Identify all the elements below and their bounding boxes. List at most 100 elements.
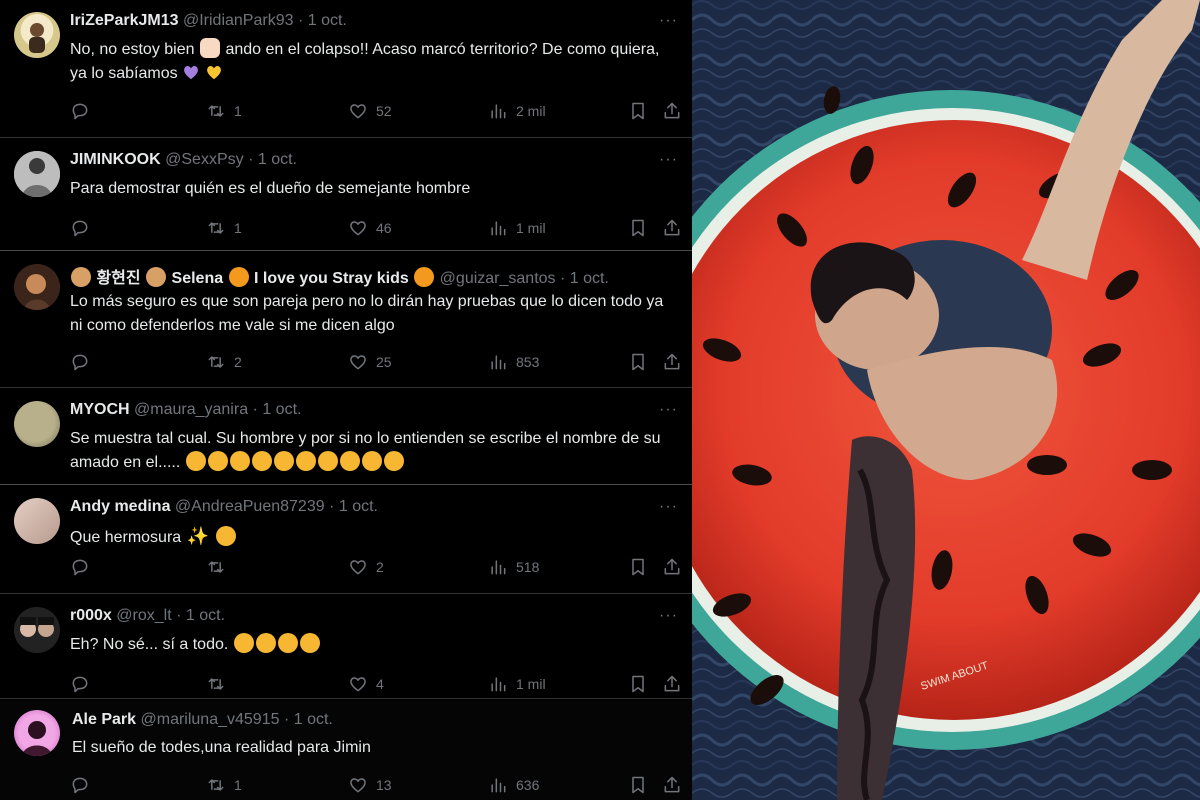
tweet-actions: 4 1 mil xyxy=(70,674,682,696)
display-name[interactable]: IriZeParkJM13 xyxy=(70,12,179,29)
handle[interactable]: @AndreaPuen87239 xyxy=(175,498,325,515)
avatar[interactable] xyxy=(14,12,60,58)
display-name[interactable]: Ale Park xyxy=(72,711,136,728)
views-button[interactable]: 518 xyxy=(488,557,539,577)
bookmark-button[interactable] xyxy=(628,101,648,121)
tweet-feed: IriZeParkJM13 @IridianPark93 · 1 oct. ··… xyxy=(0,0,692,800)
display-name[interactable]: 황현진 xyxy=(96,270,140,287)
tweet[interactable]: JIMINKOOK @SexxPsy · 1 oct. ··· Para dem… xyxy=(0,139,692,251)
timestamp[interactable]: 1 oct. xyxy=(308,12,347,29)
timestamp[interactable]: 1 oct. xyxy=(339,498,378,515)
retweet-button[interactable] xyxy=(206,674,234,694)
share-button[interactable] xyxy=(662,775,682,795)
like-button[interactable]: 2 xyxy=(348,557,384,577)
share-button[interactable] xyxy=(662,101,682,121)
share-button[interactable] xyxy=(662,557,682,577)
retweet-icon xyxy=(208,779,224,791)
handle[interactable]: @rox_lt xyxy=(116,607,171,624)
tweet[interactable]: Andy medina @AndreaPuen87239 · 1 oct. ··… xyxy=(0,486,692,594)
views-button[interactable]: 636 xyxy=(488,775,539,795)
yellow-heart-icon xyxy=(206,66,221,80)
more-options-icon[interactable]: ··· xyxy=(659,151,678,169)
tweet[interactable]: IriZeParkJM13 @IridianPark93 · 1 oct. ··… xyxy=(0,0,692,138)
reply-button[interactable] xyxy=(70,674,98,694)
tweet[interactable]: MYOCH @maura_yanira · 1 oct. ··· Se mues… xyxy=(0,389,692,485)
avatar[interactable] xyxy=(14,264,60,310)
heart-icon xyxy=(350,221,366,236)
timestamp[interactable]: 1 oct. xyxy=(570,270,609,287)
more-options-icon[interactable]: ··· xyxy=(659,607,678,625)
handle[interactable]: @SexxPsy xyxy=(165,151,243,168)
tweet[interactable]: Ale Park @mariluna_v45915 · 1 oct. El su… xyxy=(0,700,692,800)
reply-button[interactable] xyxy=(70,775,98,795)
retweet-button[interactable]: 2 xyxy=(206,352,242,372)
reply-button[interactable] xyxy=(70,557,98,577)
handle[interactable]: @guizar_santos xyxy=(440,270,556,287)
views-button[interactable]: 2 mil xyxy=(488,101,546,121)
handle[interactable]: @mariluna_v45915 xyxy=(141,711,280,728)
share-button[interactable] xyxy=(662,674,682,694)
more-options-icon[interactable]: ··· xyxy=(659,401,678,419)
retweet-button[interactable]: 1 xyxy=(206,775,242,795)
like-button[interactable]: 52 xyxy=(348,101,392,121)
avatar[interactable] xyxy=(14,401,60,447)
handle[interactable]: @IridianPark93 xyxy=(183,12,294,29)
like-button[interactable]: 46 xyxy=(348,218,392,238)
artist-palette-emoji-icon xyxy=(71,267,91,287)
heart-icon xyxy=(350,778,366,793)
display-name-part[interactable]: I love you Stray kids xyxy=(254,270,409,287)
views-chart-icon xyxy=(491,560,506,575)
views-button[interactable]: 853 xyxy=(488,352,539,372)
bookmark-button[interactable] xyxy=(628,775,648,795)
reply-button[interactable] xyxy=(70,352,98,372)
avatar[interactable] xyxy=(14,607,60,653)
smiling-face-with-hearts-emoji-icon xyxy=(207,451,228,471)
retweet-button[interactable]: 1 xyxy=(206,218,242,238)
tweet-header: MYOCH @maura_yanira · 1 oct. xyxy=(70,401,301,419)
heart-icon xyxy=(350,104,366,119)
share-icon xyxy=(664,776,680,793)
more-options-icon[interactable]: ··· xyxy=(659,498,678,516)
retweet-button[interactable] xyxy=(206,557,234,577)
more-options-icon[interactable]: ··· xyxy=(659,12,678,30)
avatar[interactable] xyxy=(14,151,60,197)
tweet-actions: 1 13 636 xyxy=(70,775,682,797)
share-icon xyxy=(664,675,680,692)
views-button[interactable]: 1 mil xyxy=(488,218,546,238)
retweet-button[interactable]: 1 xyxy=(206,101,242,121)
tweet[interactable]: 황현진 Selena I love you Stray kids @guizar… xyxy=(0,252,692,388)
tweet-header: JIMINKOOK @SexxPsy · 1 oct. xyxy=(70,151,297,169)
views-button[interactable]: 1 mil xyxy=(488,674,546,694)
timestamp[interactable]: 1 oct. xyxy=(258,151,297,168)
share-button[interactable] xyxy=(662,352,682,372)
like-button[interactable]: 13 xyxy=(348,775,392,795)
timestamp[interactable]: 1 oct. xyxy=(294,711,333,728)
tweet-header: Andy medina @AndreaPuen87239 · 1 oct. xyxy=(70,498,378,516)
display-name-part[interactable]: Selena xyxy=(172,270,224,287)
views-chart-icon xyxy=(491,778,506,793)
like-button[interactable]: 4 xyxy=(348,674,384,694)
bookmark-button[interactable] xyxy=(628,674,648,694)
timestamp[interactable]: 1 oct. xyxy=(262,401,301,418)
tweet-text: Que hermosura ✨ xyxy=(70,524,680,550)
bookmark-button[interactable] xyxy=(628,218,648,238)
bookmark-button[interactable] xyxy=(628,557,648,577)
reply-button[interactable] xyxy=(70,101,98,121)
display-name[interactable]: MYOCH xyxy=(70,401,130,418)
smiling-face-with-hearts-emoji-icon xyxy=(229,451,250,471)
share-icon xyxy=(664,219,680,236)
avatar[interactable] xyxy=(14,498,60,544)
orange-heart-hands-emoji-icon xyxy=(228,267,249,287)
avatar[interactable] xyxy=(14,710,60,756)
display-name[interactable]: r000x xyxy=(70,607,112,624)
like-button[interactable]: 25 xyxy=(348,352,392,372)
reply-button[interactable] xyxy=(70,218,98,238)
handle[interactable]: @maura_yanira xyxy=(134,401,248,418)
timestamp[interactable]: 1 oct. xyxy=(186,607,225,624)
share-button[interactable] xyxy=(662,218,682,238)
tweet-text: Lo más seguro es que son pareja pero no … xyxy=(70,293,664,334)
tweet[interactable]: r000x @rox_lt · 1 oct. ··· Eh? No sé... … xyxy=(0,595,692,699)
bookmark-button[interactable] xyxy=(628,352,648,372)
display-name[interactable]: Andy medina xyxy=(70,498,170,515)
display-name[interactable]: JIMINKOOK xyxy=(70,151,161,168)
